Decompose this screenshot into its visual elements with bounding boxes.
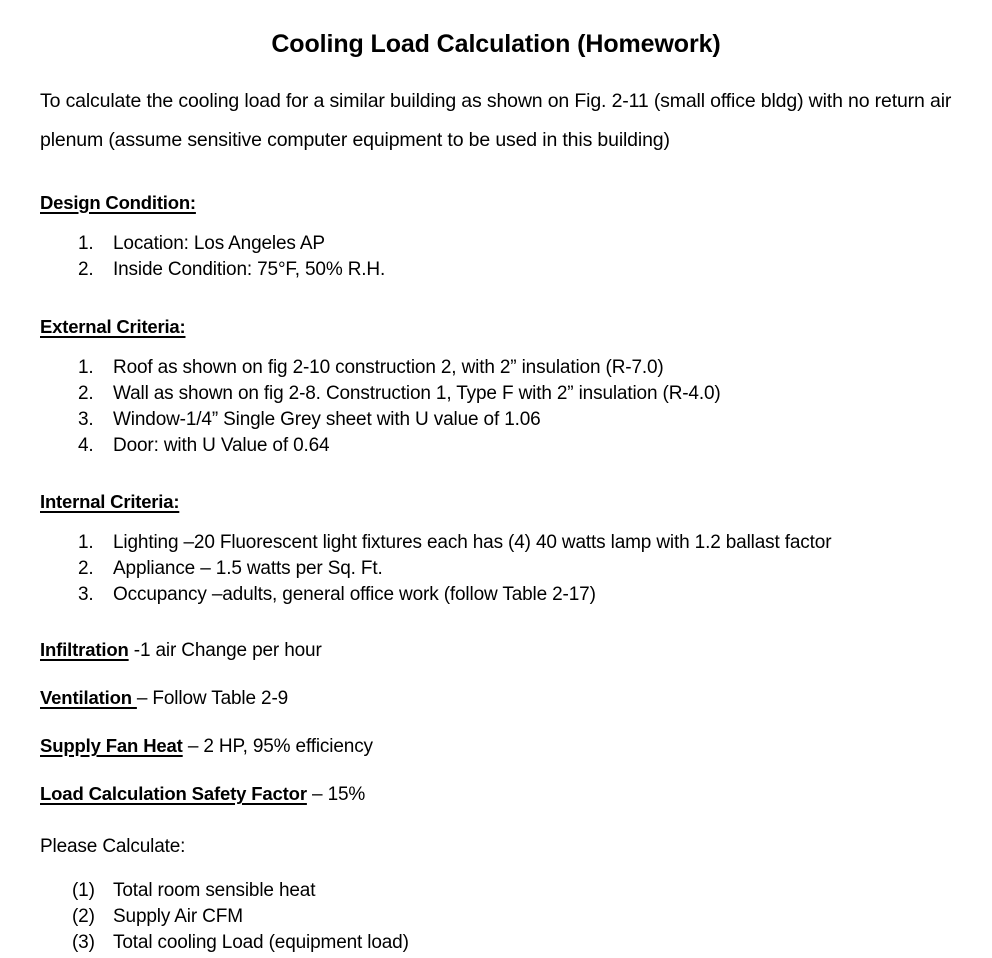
- criteria-line-supply-fan-heat: Supply Fan Heat – 2 HP, 95% efficiency: [0, 712, 992, 760]
- list-item-text: Location: Los Angeles AP: [113, 232, 325, 254]
- list-item-text: Lighting –20 Fluorescent light fixtures …: [113, 532, 832, 554]
- list-marker: 3.: [78, 584, 94, 606]
- list-marker: 1.: [78, 532, 94, 554]
- section-heading-design-condition-text: Design Condition:: [40, 191, 196, 213]
- list-marker: (3): [72, 932, 95, 954]
- list-item: 2. Inside Condition: 75°F, 50% R.H.: [0, 257, 992, 283]
- list-item-text: Total room sensible heat: [113, 880, 316, 902]
- list-item: 3. Window-1/4” Single Grey sheet with U v…: [0, 407, 992, 433]
- criteria-label-supply-fan-heat: Supply Fan Heat: [40, 735, 183, 757]
- list-marker: 2.: [78, 382, 94, 404]
- please-calculate-heading: Please Calculate:: [40, 836, 186, 858]
- list-item: (3) Total cooling Load (equipment load): [0, 930, 992, 956]
- list-item-text: Door: with U Value of 0.64: [113, 434, 330, 456]
- section-heading-internal-criteria: Internal Criteria:: [0, 459, 992, 513]
- list-item: 1. Lighting –20 Fluorescent light fixture…: [0, 530, 992, 556]
- criteria-value-supply-fan-heat: – 2 HP, 95% efficiency: [182, 736, 373, 758]
- list-item-text: Inside Condition: 75°F, 50% R.H.: [113, 258, 386, 280]
- list-item-text: Appliance – 1.5 watts per Sq. Ft.: [113, 558, 383, 580]
- internal-criteria-list: 1. Lighting –20 Fluorescent light fixture…: [0, 513, 992, 608]
- list-item-text: Wall as shown on fig 2-8. Construction 1…: [113, 382, 721, 404]
- section-heading-design-condition: Design Condition:: [0, 160, 992, 214]
- list-marker: 3.: [78, 408, 94, 430]
- design-condition-list: 1. Location: Los Angeles AP 2. Inside Cond…: [0, 214, 992, 283]
- list-marker: 1.: [78, 356, 94, 378]
- intro-paragraph: To calculate the cooling load for a simi…: [40, 89, 952, 151]
- list-item: (2) Supply Air CFM: [0, 904, 992, 930]
- list-item: 3. Occupancy –adults, general office work…: [0, 582, 992, 608]
- list-marker: 2.: [78, 558, 94, 580]
- list-marker: 4.: [78, 434, 94, 456]
- section-heading-external-criteria: External Criteria:: [0, 283, 992, 338]
- document-page: Cooling Load Calculation (Homework) To c…: [0, 0, 992, 958]
- list-item: 1. Location: Los Angeles AP: [0, 231, 992, 257]
- section-heading-external-criteria-text: External Criteria:: [40, 315, 186, 337]
- list-marker: 1.: [78, 232, 94, 254]
- page-title: Cooling Load Calculation (Homework): [271, 30, 721, 58]
- criteria-line-load-safety-factor: Load Calculation Safety Factor – 15%: [0, 760, 992, 808]
- list-item: 1. Roof as shown on fig 2-10 construction…: [0, 355, 992, 381]
- list-item: 2. Wall as shown on fig 2-8. Construction…: [0, 381, 992, 407]
- criteria-value-infiltration: -1 air Change per hour: [128, 640, 322, 662]
- list-item-text: Window-1/4” Single Grey sheet with U val…: [113, 408, 541, 430]
- criteria-value-load-safety-factor: – 15%: [306, 784, 366, 806]
- list-item: (1) Total room sensible heat: [0, 878, 992, 904]
- criteria-value-ventilation: – Follow Table 2-9: [136, 688, 289, 710]
- list-item: 4. Door: with U Value of 0.64: [0, 433, 992, 459]
- list-item-text: Roof as shown on fig 2-10 construction 2…: [113, 356, 664, 378]
- list-item-text: Occupancy –adults, general office work (…: [113, 584, 596, 606]
- list-item-text: Supply Air CFM: [113, 906, 243, 928]
- criteria-line-infiltration: Infiltration -1 air Change per hour: [0, 608, 992, 664]
- list-item: 2. Appliance – 1.5 watts per Sq. Ft.: [0, 556, 992, 582]
- criteria-line-ventilation: Ventilation – Follow Table 2-9: [0, 664, 992, 712]
- please-calculate-list: (1) Total room sensible heat (2) Supply Ai…: [0, 860, 992, 956]
- criteria-label-ventilation: Ventilation: [40, 687, 137, 709]
- list-marker: (2): [72, 906, 95, 928]
- list-item-text: Total cooling Load (equipment load): [113, 932, 409, 954]
- criteria-label-load-safety-factor: Load Calculation Safety Factor: [40, 783, 307, 805]
- section-heading-internal-criteria-text: Internal Criteria:: [40, 490, 180, 512]
- list-marker: (1): [72, 880, 95, 902]
- list-marker: 2.: [78, 258, 94, 280]
- criteria-label-infiltration: Infiltration: [40, 639, 129, 661]
- external-criteria-list: 1. Roof as shown on fig 2-10 construction…: [0, 338, 992, 459]
